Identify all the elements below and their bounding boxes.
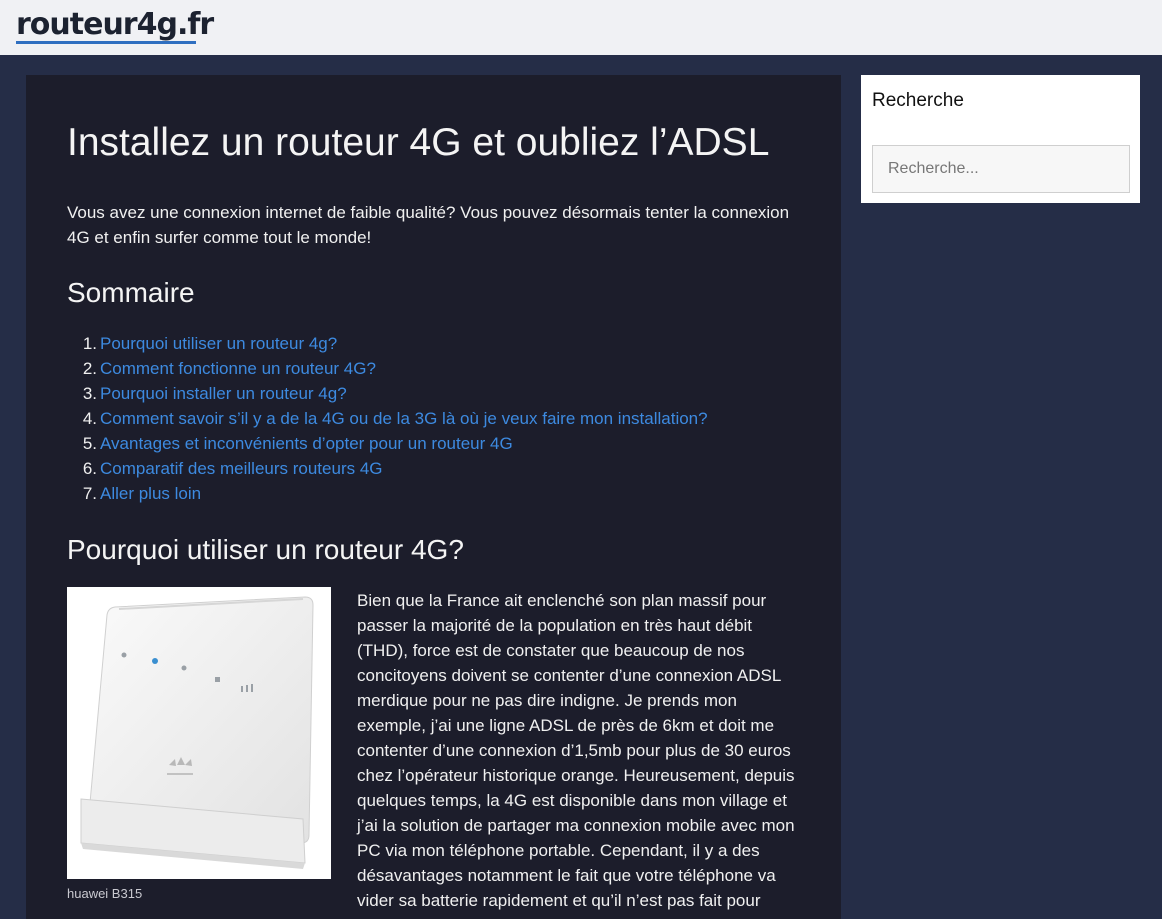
toc-link[interactable]: Avantages et inconvénients d’opter pour … bbox=[100, 434, 513, 453]
toc-link[interactable]: Comparatif des meilleurs routeurs 4G bbox=[100, 459, 383, 478]
article-content: Installez un routeur 4G et oubliez l’ADS… bbox=[26, 75, 841, 919]
toc-link[interactable]: Comment savoir s’il y a de la 4G ou de l… bbox=[100, 409, 708, 428]
logo-underline bbox=[16, 41, 196, 44]
page-title: Installez un routeur 4G et oubliez l’ADS… bbox=[67, 121, 770, 164]
toc-item: 2. Comment fonctionne un routeur 4G? bbox=[82, 359, 376, 378]
section-heading: Pourquoi utiliser un routeur 4G? bbox=[67, 534, 464, 565]
toc-item: 5. Avantages et inconvénients d’opter pou… bbox=[82, 434, 513, 453]
toc-item: 1. Pourquoi utiliser un routeur 4g? bbox=[82, 334, 338, 353]
router-illustration bbox=[80, 596, 314, 869]
router-image[interactable] bbox=[67, 587, 331, 879]
toc-link[interactable]: Pourquoi installer un routeur 4g? bbox=[100, 384, 347, 403]
section-body: Bien que la France ait enclenché son pla… bbox=[357, 591, 795, 910]
intro-paragraph: Vous avez une connexion internet de faib… bbox=[67, 203, 790, 247]
toc-link[interactable]: Comment fonctionne un routeur 4G? bbox=[100, 359, 376, 378]
search-input[interactable] bbox=[872, 145, 1130, 193]
image-caption: huawei B315 bbox=[67, 886, 143, 901]
toc-link[interactable]: Pourquoi utiliser un routeur 4g? bbox=[100, 334, 337, 353]
widget-title: Recherche bbox=[872, 90, 964, 111]
site-header: routeur4g.fr bbox=[0, 0, 1162, 55]
toc-heading: Sommaire bbox=[67, 277, 195, 308]
site-logo[interactable]: routeur4g.fr bbox=[16, 8, 214, 42]
toc-link[interactable]: Aller plus loin bbox=[100, 484, 201, 503]
toc-item: 7. Aller plus loin bbox=[82, 484, 202, 503]
table-of-contents: 1. Pourquoi utiliser un routeur 4g? 2. Com… bbox=[67, 331, 708, 506]
search-widget: Recherche bbox=[861, 75, 1140, 203]
toc-item: 3. Pourquoi installer un routeur 4g? bbox=[82, 384, 347, 403]
toc-item: 6. Comparatif des meilleurs routeurs 4G bbox=[82, 459, 383, 478]
toc-item: 4. Comment savoir s’il y a de la 4G ou de… bbox=[82, 409, 708, 428]
